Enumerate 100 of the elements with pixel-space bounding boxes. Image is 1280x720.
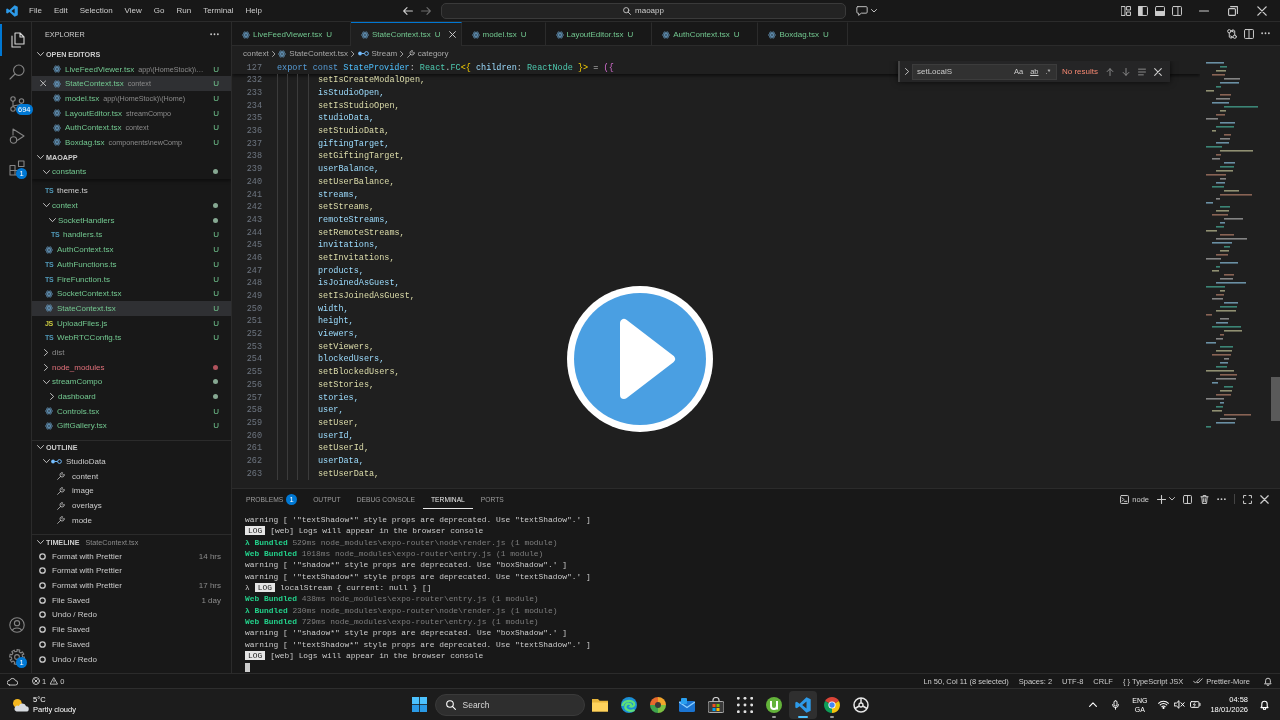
cloud-icon[interactable] bbox=[7, 676, 18, 686]
outline-item[interactable]: mode bbox=[32, 512, 231, 528]
timeline-item[interactable]: Format with Prettier 17 hrs bbox=[32, 578, 231, 593]
caret-icon[interactable] bbox=[1169, 497, 1175, 501]
chat-icon[interactable] bbox=[856, 5, 868, 16]
breadcrumb-item[interactable]: Stream bbox=[357, 49, 398, 58]
timeline-item[interactable]: File Saved bbox=[32, 622, 231, 637]
close-icon[interactable] bbox=[1260, 494, 1269, 504]
tree-item[interactable]: StateContext.tsx U bbox=[32, 301, 231, 316]
tree-item[interactable]: context bbox=[32, 198, 231, 213]
menu-item[interactable]: Go bbox=[147, 0, 171, 21]
chevron-icon[interactable] bbox=[36, 52, 44, 57]
chevron-icon[interactable] bbox=[42, 203, 50, 208]
maximize-icon[interactable] bbox=[1243, 494, 1252, 504]
close-icon[interactable] bbox=[1154, 67, 1162, 76]
timeline-item[interactable]: Format with Prettier 14 hrs bbox=[32, 548, 231, 564]
tree-item[interactable]: Controls.tsx U bbox=[32, 403, 231, 419]
chevron-icon[interactable] bbox=[42, 379, 50, 385]
more-icon[interactable] bbox=[1261, 32, 1270, 35]
tree-item[interactable]: AuthContext.tsx U bbox=[32, 242, 231, 257]
warning-icon[interactable] bbox=[50, 677, 59, 685]
restore-icon[interactable] bbox=[1227, 5, 1238, 16]
menu-item[interactable]: Edit bbox=[47, 0, 74, 21]
editor-tab[interactable]: StateContext.tsx U bbox=[351, 22, 462, 46]
breadcrumb-item[interactable]: context bbox=[243, 49, 269, 58]
close-icon[interactable] bbox=[39, 80, 47, 87]
secondary-sidebar-icon[interactable] bbox=[1172, 5, 1182, 16]
close-icon[interactable] bbox=[1256, 5, 1267, 16]
scrollbar-thumb[interactable] bbox=[1271, 377, 1280, 421]
menu-item[interactable]: Selection bbox=[73, 0, 119, 21]
start-icon[interactable] bbox=[412, 697, 427, 712]
menu-item[interactable]: View bbox=[118, 0, 148, 21]
forward-arrow-icon[interactable] bbox=[421, 6, 431, 15]
chevron-icon[interactable] bbox=[43, 349, 49, 356]
minimap-picture[interactable] bbox=[1204, 62, 1258, 430]
microphone-icon[interactable] bbox=[1112, 699, 1120, 710]
tree-item[interactable]: SocketContext.tsx U bbox=[32, 286, 231, 302]
caret-icon[interactable] bbox=[871, 8, 877, 13]
menu-item[interactable]: Run bbox=[170, 0, 198, 21]
chevron-icon[interactable] bbox=[43, 363, 49, 371]
sidebar-toggle-icon[interactable] bbox=[1138, 5, 1148, 16]
chevron-icon[interactable] bbox=[36, 445, 44, 450]
breadcrumb-item[interactable]: StateContext.tsx bbox=[278, 49, 348, 58]
panel-toggle-icon[interactable] bbox=[1155, 5, 1165, 16]
settings-icon[interactable] bbox=[8, 649, 25, 665]
taskbar-search-field[interactable]: Search bbox=[434, 693, 585, 716]
split-icon[interactable] bbox=[1183, 494, 1192, 504]
play-button-icon[interactable] bbox=[567, 286, 713, 432]
chevron-icon[interactable] bbox=[42, 459, 50, 464]
split-editor-icon[interactable] bbox=[1244, 28, 1254, 39]
chevron-icon[interactable] bbox=[905, 68, 910, 75]
tree-item[interactable]: node_modules bbox=[32, 359, 231, 375]
outline-item[interactable]: image bbox=[32, 483, 231, 499]
tree-item[interactable]: dashboard bbox=[32, 389, 231, 404]
sun-cloud-icon[interactable] bbox=[11, 697, 29, 712]
wifi-icon[interactable] bbox=[1158, 700, 1170, 709]
chevron-icon[interactable] bbox=[48, 218, 56, 223]
editor-tab[interactable]: Boxdag.tsx U bbox=[758, 22, 848, 46]
menu-item[interactable]: File bbox=[23, 0, 48, 21]
battery-icon[interactable] bbox=[1190, 700, 1202, 709]
chevron-icon[interactable] bbox=[42, 169, 50, 175]
menu-item[interactable]: Help bbox=[239, 0, 268, 21]
timeline-item[interactable]: File Saved bbox=[32, 637, 231, 652]
command-center-field[interactable]: maoapp bbox=[441, 2, 846, 19]
timeline-item[interactable]: Undo / Redo bbox=[32, 651, 231, 667]
tree-item[interactable]: constants bbox=[32, 164, 231, 180]
timeline-item[interactable]: File Saved 1 day bbox=[32, 592, 231, 608]
layout-icon[interactable] bbox=[1121, 5, 1131, 16]
editor-tab[interactable]: LayoutEditor.tsx U bbox=[545, 22, 653, 46]
timeline-item[interactable]: Format with Prettier bbox=[32, 563, 231, 579]
outline-item[interactable]: overlays bbox=[32, 498, 231, 513]
more-icon[interactable] bbox=[1217, 497, 1226, 501]
more-icon[interactable] bbox=[210, 33, 219, 36]
outline-item[interactable]: StudioData bbox=[32, 454, 231, 469]
up-arrow-icon[interactable] bbox=[1106, 67, 1114, 76]
account-icon[interactable] bbox=[8, 617, 25, 633]
bell-icon[interactable] bbox=[1264, 676, 1272, 686]
menu-item[interactable]: Terminal bbox=[197, 0, 240, 21]
breadcrumb-item[interactable]: category bbox=[406, 49, 449, 58]
trash-icon[interactable] bbox=[1200, 494, 1209, 504]
tree-item[interactable]: dist bbox=[32, 345, 231, 360]
chevron-icon[interactable] bbox=[36, 539, 44, 545]
chevron-up-icon[interactable] bbox=[1089, 702, 1098, 707]
tree-item[interactable]: streamCompo bbox=[32, 374, 231, 390]
chevron-icon[interactable] bbox=[36, 154, 44, 160]
compare-icon[interactable] bbox=[1227, 28, 1237, 39]
tree-item[interactable]: SocketHandlers bbox=[32, 212, 231, 228]
selection-lines-icon[interactable] bbox=[1138, 67, 1146, 76]
error-icon[interactable] bbox=[32, 677, 40, 685]
down-arrow-icon[interactable] bbox=[1122, 67, 1130, 76]
speaker-muted-icon[interactable] bbox=[1174, 700, 1186, 709]
plus-icon[interactable] bbox=[1157, 494, 1166, 504]
tree-item[interactable]: GiftGallery.tsx U bbox=[32, 418, 231, 434]
outline-item[interactable]: content bbox=[32, 468, 231, 484]
chevron-icon[interactable] bbox=[49, 393, 55, 401]
taskbar-app-button[interactable] bbox=[788, 690, 817, 719]
editor-tab[interactable]: AuthContext.tsx U bbox=[652, 22, 759, 46]
back-arrow-icon[interactable] bbox=[403, 6, 413, 15]
editor-tab[interactable]: model.tsx U bbox=[461, 22, 546, 46]
close-icon[interactable] bbox=[448, 31, 456, 38]
